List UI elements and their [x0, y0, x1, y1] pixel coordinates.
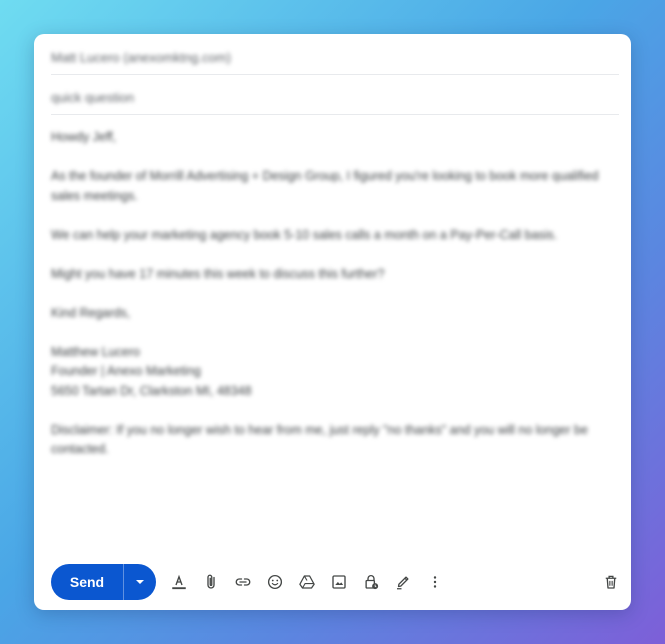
body-paragraph: Might you have 17 minutes this week to d… — [51, 266, 385, 281]
body-paragraph: As the founder of Morrill Advertising + … — [51, 169, 599, 203]
greeting: Howdy Jeff, — [51, 130, 117, 144]
message-body[interactable]: Howdy Jeff, As the founder of Morrill Ad… — [51, 128, 611, 479]
drive-icon — [299, 575, 315, 589]
more-options-icon — [433, 576, 437, 588]
insert-link-button[interactable] — [231, 570, 255, 594]
disclaimer: Disclaimer: If you no longer wish to hea… — [51, 422, 588, 457]
discard-draft-button[interactable] — [599, 570, 623, 594]
emoji-icon — [267, 574, 283, 590]
image-icon — [332, 575, 346, 589]
insert-photo-button[interactable] — [327, 570, 351, 594]
subject-text[interactable]: quick question — [51, 90, 134, 105]
format-text-button[interactable] — [167, 570, 191, 594]
to-field[interactable]: Matt Lucero (anexomktng.com) — [51, 34, 619, 75]
closing: Kind Regards, — [51, 305, 131, 320]
chevron-down-icon — [136, 580, 144, 584]
signature-button[interactable] — [391, 570, 415, 594]
attach-icon — [207, 574, 215, 589]
delete-icon — [605, 575, 617, 589]
emoji-button[interactable] — [263, 570, 287, 594]
more-options-button[interactable] — [423, 570, 447, 594]
compose-window: Matt Lucero (anexomktng.com) quick quest… — [34, 34, 631, 610]
send-button[interactable]: Send — [51, 564, 124, 600]
signature-name: Matthew Lucero — [51, 344, 140, 359]
body-paragraph: We can help your marketing agency book 5… — [51, 227, 558, 242]
send-button-group: Send — [51, 564, 156, 600]
signature: Matthew Lucero Founder | Anexo Marketing… — [51, 343, 611, 402]
confidential-lock-icon — [365, 575, 379, 590]
subject-field[interactable]: quick question — [51, 74, 619, 115]
compose-toolbar: Send — [51, 564, 619, 600]
confidential-mode-button[interactable] — [359, 570, 383, 594]
link-icon — [235, 578, 251, 586]
to-recipient[interactable]: Matt Lucero (anexomktng.com) — [51, 50, 231, 65]
send-options-button[interactable] — [124, 564, 156, 600]
signature-pen-icon — [397, 576, 409, 590]
signature-title: Founder | Anexo Marketing — [51, 364, 201, 378]
format-text-icon — [172, 574, 186, 590]
signature-address: 5650 Tartan Dr, Clarkston MI, 48348 — [51, 383, 252, 398]
drive-button[interactable] — [295, 570, 319, 594]
attach-button[interactable] — [199, 570, 223, 594]
